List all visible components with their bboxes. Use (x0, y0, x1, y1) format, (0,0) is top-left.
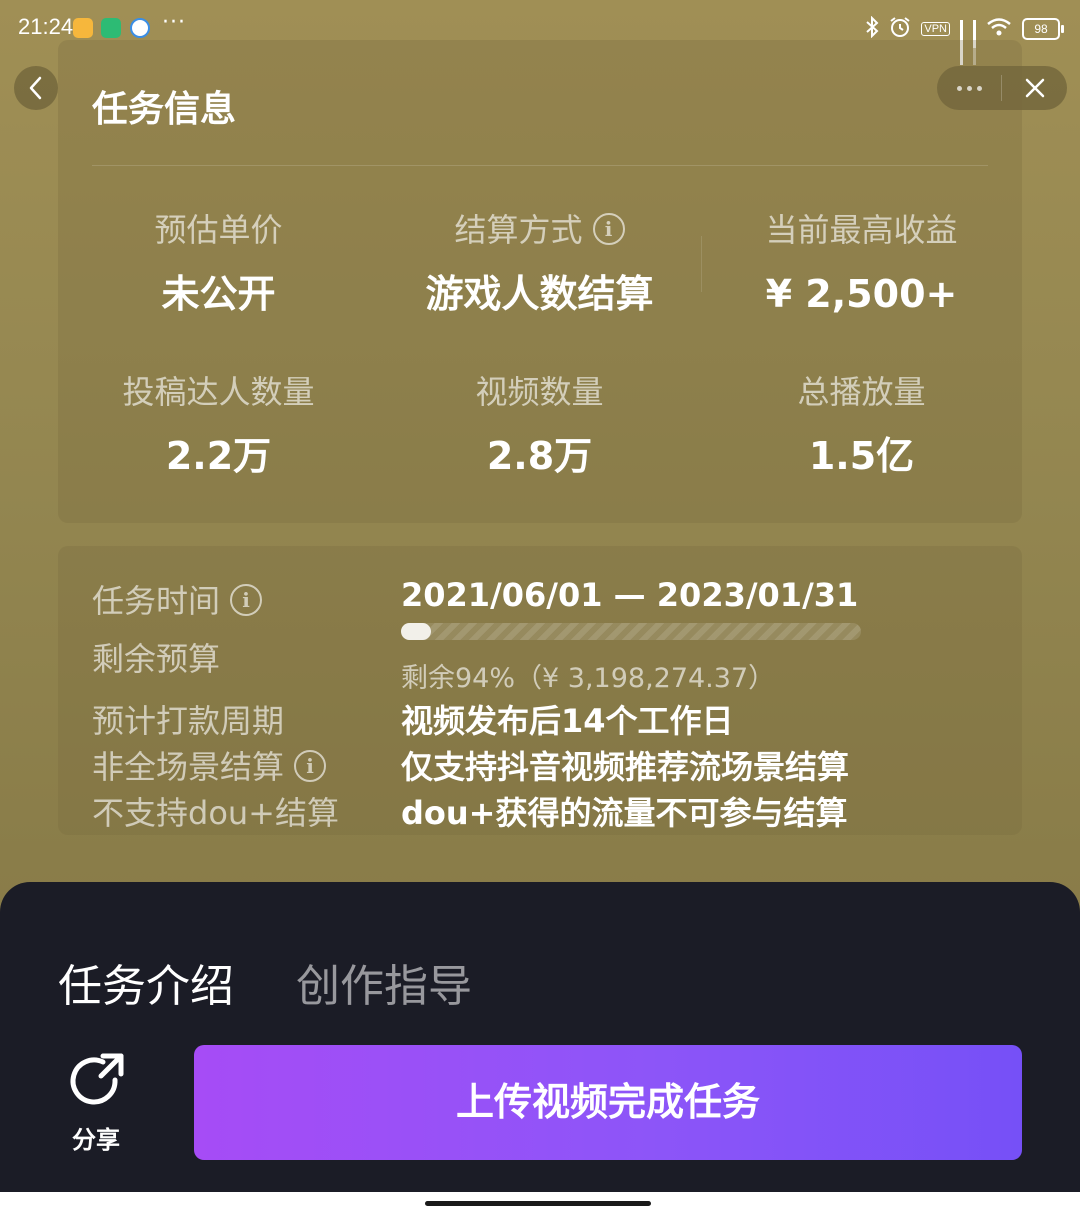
wifi-icon (986, 17, 1012, 41)
task-info-card: 任务信息 预估单价 未公开 结算方式 i 游戏人数结算 当前最高收益 ¥ 2,50… (58, 40, 1022, 523)
stat-value: 游戏人数结算 (425, 272, 654, 316)
stat-label: 视频数量 (475, 373, 604, 411)
stat-value: 2.8万 (486, 434, 593, 478)
status-more-indicator: ··· (162, 10, 186, 35)
stat-value: 未公开 (161, 272, 276, 316)
tab-task-intro[interactable]: 任务介绍 (58, 950, 234, 1014)
stat-label: 当前最高收益 (765, 211, 958, 249)
browser-app-icon (130, 18, 150, 38)
stat-label: 投稿达人数量 (122, 373, 315, 411)
upload-video-button[interactable]: 上传视频完成任务 (194, 1045, 1022, 1160)
partial-scene-label-row: 非全场景结算 i (92, 742, 327, 788)
bluetooth-icon (865, 15, 879, 42)
no-douplus-value: dou+获得的流量不可参与结算 (401, 794, 848, 832)
stat-value: 1.5亿 (808, 434, 915, 478)
home-indicator[interactable] (425, 1201, 651, 1206)
home-bar (0, 1192, 1080, 1218)
payment-cycle-value: 视频发布后14个工作日 (401, 702, 734, 740)
stat-label: 结算方式 (454, 211, 583, 249)
partial-scene-label: 非全场景结算 (92, 748, 285, 786)
screen: 21:24 ··· VPN 98 任务信息 预估单价 未公开 结算方式 i 游戏… (0, 0, 1080, 1218)
stat-label-row: 结算方式 i (379, 208, 700, 252)
stat-label: 总播放量 (797, 373, 926, 411)
stat-video-count: 视频数量 2.8万 (379, 370, 700, 480)
stat-unit-price: 预估单价 未公开 (58, 208, 379, 318)
stat-settlement-method: 结算方式 i 游戏人数结算 (379, 208, 700, 318)
notes-app-icon (73, 18, 93, 38)
stat-max-earnings: 当前最高收益 ¥ 2,500+ (701, 208, 1022, 318)
alarm-icon (889, 16, 911, 42)
share-arrow-icon (70, 1053, 124, 1105)
budget-progress-fill (401, 623, 431, 640)
stat-label: 预估单价 (154, 211, 283, 249)
task-time-label: 任务时间 (92, 582, 221, 620)
info-icon[interactable]: i (230, 584, 263, 616)
status-time: 21:24 (18, 14, 74, 39)
battery-indicator: 98 (1022, 18, 1064, 40)
partial-scene-value: 仅支持抖音视频推荐流场景结算 (401, 748, 850, 786)
page-title: 任务信息 (92, 89, 237, 130)
stat-value: ¥ 2,500+ (765, 272, 958, 316)
task-time-value: 2021/06/01 — 2023/01/31 (401, 576, 859, 614)
close-icon (1025, 78, 1044, 98)
signal-icon-2 (973, 20, 976, 65)
signal-icon (960, 20, 963, 65)
share-button[interactable]: 分享 (56, 1050, 136, 1160)
bottom-sheet: 任务介绍 创作指导 分享 上传视频完成任务 (0, 882, 1080, 1218)
payment-cycle-label: 预计打款周期 (92, 702, 285, 740)
back-button[interactable] (14, 66, 58, 110)
no-douplus-label: 不支持dou+结算 (92, 794, 339, 832)
info-icon[interactable]: i (592, 213, 625, 245)
task-time-label-row: 任务时间 i (92, 576, 263, 622)
share-label: 分享 (72, 1126, 120, 1154)
remaining-budget-value: 剩余94%（¥ 3,198,274.37） (401, 663, 776, 694)
info-icon[interactable]: i (294, 750, 327, 782)
stat-creator-count: 投稿达人数量 2.2万 (58, 370, 379, 480)
stat-divider (701, 236, 702, 292)
chevron-left-icon (29, 76, 42, 100)
remaining-budget-label: 剩余预算 (92, 640, 221, 678)
tab-creation-guide[interactable]: 创作指导 (296, 950, 472, 1014)
vpn-badge: VPN (921, 22, 950, 36)
stat-total-views: 总播放量 1.5亿 (701, 370, 1022, 480)
task-details-card: 任务时间 i 2021/06/01 — 2023/01/31 剩余预算 剩余94%… (58, 546, 1022, 835)
security-app-icon (101, 18, 121, 38)
status-right-group: VPN 98 (865, 15, 1064, 65)
stat-value: 2.2万 (165, 434, 272, 478)
title-divider (92, 165, 988, 166)
budget-progress-track (401, 623, 861, 640)
